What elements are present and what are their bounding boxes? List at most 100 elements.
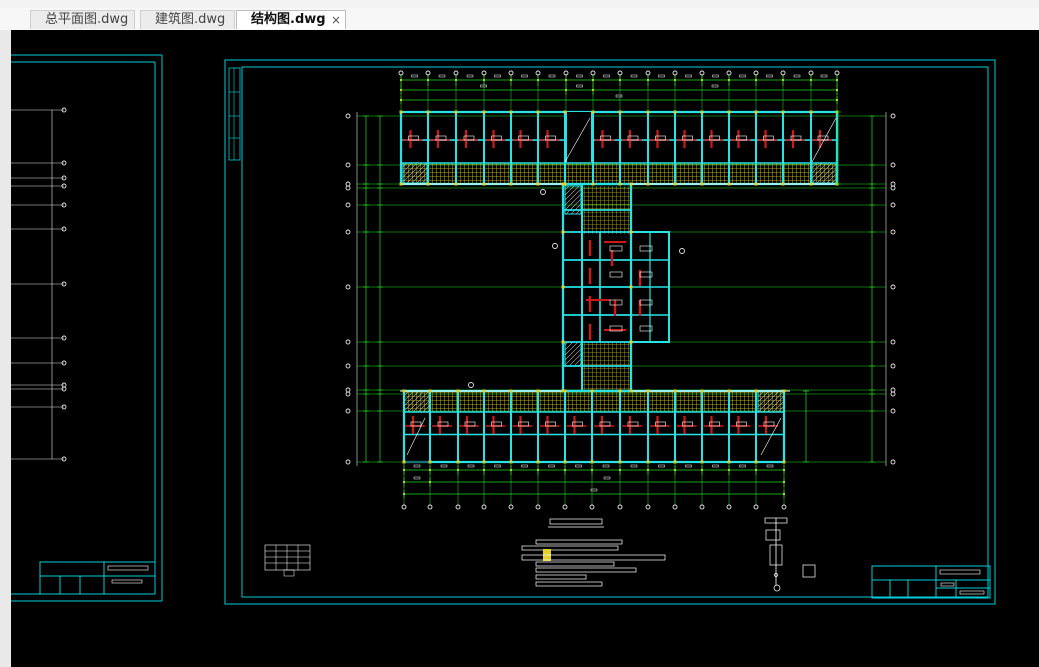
dimension-chain-bottom-2 bbox=[403, 476, 785, 487]
detail-circle bbox=[773, 584, 781, 592]
column-node bbox=[646, 182, 650, 186]
dimension-text bbox=[658, 464, 665, 468]
axis-bubble bbox=[890, 363, 896, 369]
dimension-text bbox=[685, 464, 692, 468]
axis-bubble bbox=[672, 504, 678, 510]
axis-bubble bbox=[345, 387, 351, 393]
legend-cell bbox=[283, 569, 295, 577]
axis-bubble bbox=[589, 504, 595, 510]
dimension-text bbox=[548, 464, 555, 468]
column-node bbox=[590, 389, 594, 393]
axis-bubble bbox=[699, 504, 705, 510]
column-node bbox=[426, 182, 430, 186]
column-node bbox=[727, 389, 731, 393]
stair-hatch bbox=[402, 162, 428, 184]
column-node bbox=[509, 389, 513, 393]
axis-bubble bbox=[455, 504, 461, 510]
column-node bbox=[629, 340, 633, 344]
stair-hatch bbox=[403, 390, 431, 413]
column-node bbox=[646, 389, 650, 393]
dimension-text bbox=[466, 74, 474, 78]
dimension-text bbox=[521, 464, 528, 468]
tab-structure[interactable]: 结构图.dwg × bbox=[236, 10, 346, 29]
tab-label: 结构图.dwg bbox=[251, 12, 326, 27]
axis-bubble bbox=[345, 185, 351, 191]
column-node bbox=[561, 389, 565, 393]
dimension-text bbox=[576, 84, 583, 88]
column-node bbox=[454, 182, 458, 186]
axis-bubble bbox=[468, 382, 474, 388]
dimension-chain-top-3 bbox=[400, 94, 838, 104]
dimension-text bbox=[603, 74, 610, 78]
dimension-text bbox=[602, 464, 610, 468]
column-node bbox=[727, 182, 731, 186]
column-node bbox=[629, 182, 633, 186]
column-node bbox=[509, 182, 513, 186]
column-node bbox=[754, 182, 758, 186]
column-node bbox=[482, 182, 486, 186]
dimension-text bbox=[630, 74, 638, 78]
column-node bbox=[673, 389, 677, 393]
column-node bbox=[629, 230, 633, 234]
axis-bubble bbox=[890, 391, 896, 397]
column-node bbox=[700, 182, 704, 186]
column-node bbox=[561, 182, 565, 186]
dimension-text bbox=[480, 84, 487, 88]
axis-bubble bbox=[753, 504, 759, 510]
dimension-chain-bottom-3 bbox=[403, 488, 785, 498]
dimension-chain-top-2 bbox=[400, 84, 838, 95]
drawing-canvas[interactable] bbox=[11, 30, 1039, 667]
axis-bubble bbox=[562, 504, 568, 510]
dimension-text bbox=[739, 74, 746, 78]
column-node bbox=[536, 389, 540, 393]
column-node bbox=[399, 182, 403, 186]
tab-site-plan[interactable]: 总平面图.dwg bbox=[30, 10, 135, 29]
axis-bubble bbox=[345, 229, 351, 235]
axis-bubble bbox=[890, 162, 896, 168]
dimension-text bbox=[630, 464, 638, 468]
dimension-text bbox=[658, 74, 665, 78]
axis-bubble bbox=[679, 248, 685, 254]
column-node bbox=[561, 230, 565, 234]
dimension-text bbox=[576, 74, 583, 78]
dimension-text bbox=[793, 74, 801, 78]
legend-table bbox=[264, 544, 311, 571]
column-node bbox=[700, 389, 704, 393]
close-icon[interactable]: × bbox=[331, 11, 341, 29]
axis-bubble bbox=[401, 504, 407, 510]
dimension-chain-side bbox=[363, 115, 369, 463]
dimension-text bbox=[413, 464, 421, 468]
detail-block bbox=[802, 564, 816, 578]
dimension-text bbox=[739, 464, 746, 468]
column-node bbox=[561, 285, 565, 289]
dimension-chain-side bbox=[803, 390, 809, 463]
axis-bubble bbox=[345, 408, 351, 414]
axis-bubble bbox=[890, 229, 896, 235]
column-node bbox=[428, 389, 432, 393]
main-sheet-frame bbox=[224, 59, 996, 605]
axis-bubble bbox=[427, 504, 433, 510]
axis-bubble bbox=[345, 391, 351, 397]
axis-bubble bbox=[345, 363, 351, 369]
dimension-text bbox=[603, 476, 611, 480]
axis-bubble bbox=[890, 185, 896, 191]
axis-bubble bbox=[345, 113, 351, 119]
stair-hatch bbox=[811, 162, 837, 184]
corridor-hatch bbox=[403, 390, 785, 413]
stair-hatch bbox=[757, 390, 785, 413]
axis-bubble bbox=[345, 162, 351, 168]
column-node bbox=[629, 285, 633, 289]
axis-bubble bbox=[890, 339, 896, 345]
axis-bubble bbox=[345, 202, 351, 208]
dimension-chain-top-1 bbox=[400, 74, 838, 86]
top-wing bbox=[399, 110, 839, 186]
axis-bubble bbox=[645, 504, 651, 510]
tab-architecture[interactable]: 建筑图.dwg bbox=[140, 10, 235, 29]
axis-bubble bbox=[890, 387, 896, 393]
column-node bbox=[782, 389, 786, 393]
dimension-text bbox=[712, 74, 719, 78]
dimension-text bbox=[548, 74, 556, 78]
column-node bbox=[754, 389, 758, 393]
axis-bubble bbox=[890, 181, 896, 187]
tab-label: 建筑图.dwg bbox=[155, 12, 226, 27]
